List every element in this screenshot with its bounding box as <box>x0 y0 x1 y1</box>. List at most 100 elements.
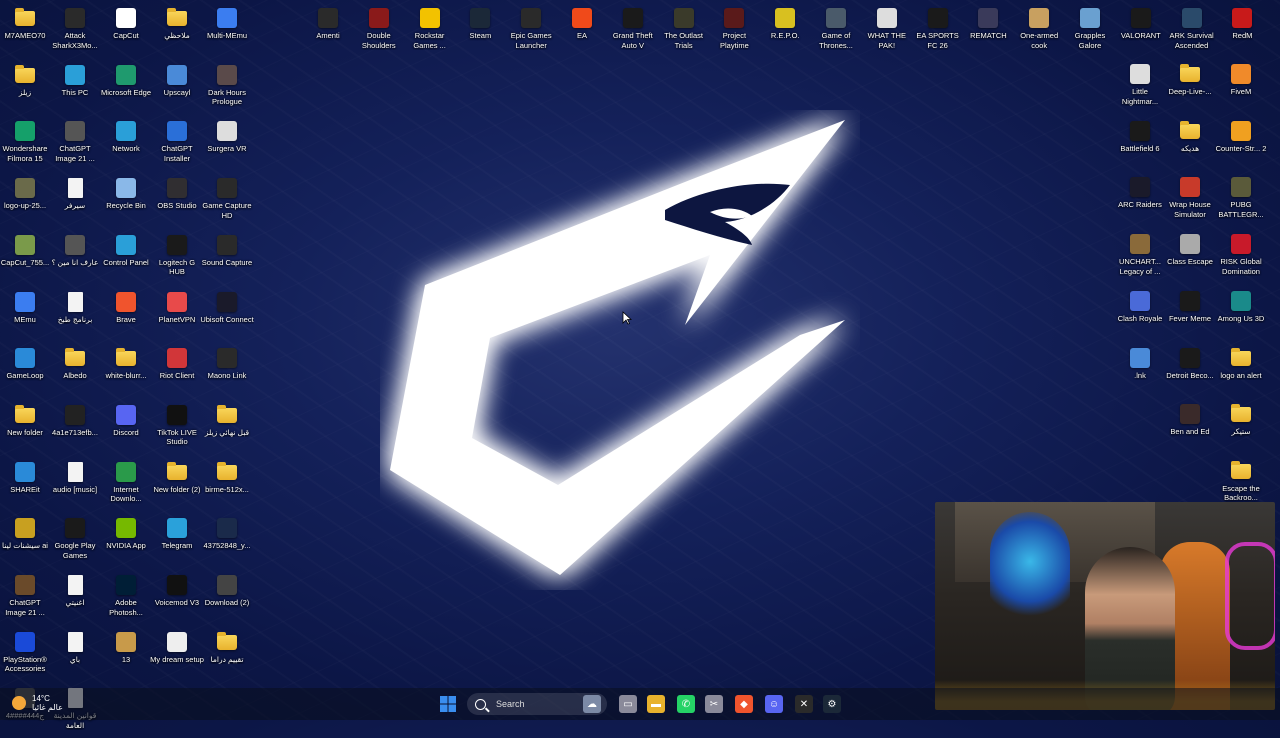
start-button[interactable] <box>439 695 457 713</box>
desktop-icon[interactable]: EA SPORTS FC 26 <box>913 2 963 58</box>
desktop-icon[interactable]: FiveM <box>1216 58 1266 114</box>
desktop-icon[interactable]: R.E.P.O. <box>760 2 810 58</box>
desktop-icon[interactable]: The Outlast Trials <box>659 2 709 58</box>
desktop-icon[interactable]: Multi-MEmu <box>202 2 252 58</box>
desktop-icon[interactable]: هديكه <box>1165 115 1215 171</box>
desktop-icon[interactable]: سيرفر <box>50 172 100 228</box>
desktop-icon[interactable]: برنامج طبخ <box>50 286 100 342</box>
desktop-icon[interactable]: Ubisoft Connect <box>200 286 254 342</box>
task-view-icon[interactable]: ▭ <box>619 695 637 713</box>
desktop-icon[interactable]: .lnk <box>1115 342 1165 398</box>
desktop-icon[interactable]: UNCHART... Legacy of ... <box>1115 228 1165 284</box>
desktop-icon[interactable]: ARK Survival Ascended <box>1167 2 1217 58</box>
desktop-icon[interactable]: 4a1e713efb... <box>50 399 100 455</box>
discord-icon[interactable]: ☺ <box>765 695 783 713</box>
desktop-icon[interactable]: تقييم دراما <box>202 626 252 682</box>
desktop-icon[interactable]: Recycle Bin <box>101 172 151 228</box>
desktop-icon[interactable]: TikTok LIVE Studio <box>152 399 202 455</box>
desktop-icon[interactable]: Little Nightmar... <box>1115 58 1165 114</box>
desktop-icon[interactable]: سيشنات لينا ai <box>0 512 50 568</box>
weather-widget[interactable]: 14°C عالم غائيا <box>12 694 63 712</box>
steam-icon[interactable]: ⚙ <box>823 695 841 713</box>
desktop-icon[interactable]: 13 <box>101 626 151 682</box>
desktop-icon[interactable]: Clash Royale <box>1115 285 1165 341</box>
desktop-icon[interactable]: باي <box>50 626 100 682</box>
desktop-icon[interactable]: Network <box>101 115 151 171</box>
desktop-icon[interactable]: Sound Capture <box>202 229 252 285</box>
desktop-icon[interactable]: SHAREit <box>0 456 50 512</box>
desktop-icon[interactable]: Download (2) <box>202 569 252 625</box>
desktop-icon[interactable]: زيلز <box>0 59 50 115</box>
desktop-icon[interactable]: Attack SharkX3Mo... <box>50 2 100 58</box>
desktop-icon[interactable]: Among Us 3D <box>1216 285 1266 341</box>
desktop-icon[interactable]: Maono Link <box>202 342 252 398</box>
desktop-icon[interactable]: logo-up-25... <box>0 172 50 228</box>
desktop-icon[interactable]: ARC Raiders <box>1115 171 1165 227</box>
desktop-icon[interactable]: This PC <box>50 59 100 115</box>
snipping-tool-icon[interactable]: ✂ <box>705 695 723 713</box>
desktop-icon[interactable]: اغنيتي <box>50 569 100 625</box>
desktop-icon[interactable]: ستيكر <box>1216 398 1266 454</box>
desktop-icon[interactable]: Upscayl <box>152 59 202 115</box>
desktop-icon[interactable]: ملاحظي <box>152 2 202 58</box>
desktop-icon[interactable]: ChatGPT Image 21 ... <box>50 115 100 171</box>
desktop-icon[interactable]: One-armed cook <box>1014 2 1064 58</box>
brave-icon[interactable]: ◆ <box>735 695 753 713</box>
desktop-icon[interactable]: Class Escape <box>1165 228 1215 284</box>
desktop-icon[interactable]: OBS Studio <box>152 172 202 228</box>
desktop-icon[interactable]: Deep-Live-... <box>1165 58 1215 114</box>
desktop-icon[interactable]: قبل نهائي زيلز <box>202 399 252 455</box>
desktop-icon[interactable]: Riot Client <box>152 342 202 398</box>
desktop-icon[interactable]: VALORANT <box>1116 2 1166 58</box>
desktop-icon[interactable]: birme-512x... <box>202 456 252 512</box>
desktop-icon[interactable]: RedM <box>1217 2 1267 58</box>
desktop-icon[interactable]: Steam <box>455 2 505 58</box>
desktop-icon[interactable]: ChatGPT Image 21 ... <box>0 569 50 625</box>
desktop-icon[interactable]: GameLoop <box>0 342 50 398</box>
desktop-icon[interactable]: EA <box>557 2 607 58</box>
desktop-icon[interactable]: Epic Games Launcher <box>506 2 556 58</box>
desktop-icon[interactable]: Game Capture HD <box>202 172 252 228</box>
desktop-icon[interactable]: Discord <box>101 399 151 455</box>
desktop-icon[interactable]: New folder <box>0 399 50 455</box>
desktop-icon[interactable]: M7AMEO70 <box>0 2 50 58</box>
desktop-icon[interactable]: Voicemod V3 <box>152 569 202 625</box>
desktop-icon[interactable]: Control Panel <box>101 229 151 285</box>
file-explorer-icon[interactable]: ▬ <box>647 695 665 713</box>
desktop-icon[interactable]: Telegram <box>152 512 202 568</box>
desktop-icon[interactable]: audio [music] <box>50 456 100 512</box>
desktop-icon[interactable]: PlayStation® Accessories <box>0 626 50 682</box>
desktop-icon[interactable]: Microsoft Edge <box>101 59 151 115</box>
desktop-icon[interactable]: REMATCH <box>963 2 1013 58</box>
desktop-icon[interactable]: Wrap House Simulator <box>1165 171 1215 227</box>
desktop-icon[interactable]: PUBG BATTLEGR... <box>1216 171 1266 227</box>
desktop-icon[interactable]: My dream setup <box>150 626 204 682</box>
desktop-icon[interactable]: Wondershare Filmora 15 <box>0 115 50 171</box>
desktop-icon[interactable]: Double Shoulders <box>354 2 404 58</box>
desktop-icon[interactable]: white-blurr... <box>101 342 151 398</box>
desktop-icon[interactable]: Fever Meme <box>1165 285 1215 341</box>
desktop-icon[interactable]: WHAT THE PAK! <box>862 2 912 58</box>
desktop-icon[interactable]: NVIDIA App <box>101 512 151 568</box>
desktop-icon[interactable]: Brave <box>101 286 151 342</box>
desktop-icon[interactable]: Counter-Str... 2 <box>1216 115 1266 171</box>
desktop-icon[interactable]: New folder (2) <box>152 456 202 512</box>
desktop-icon[interactable]: MEmu <box>0 286 50 342</box>
desktop-icon[interactable]: 43752848_y... <box>202 512 252 568</box>
desktop-icon[interactable]: Albedo <box>50 342 100 398</box>
desktop-icon[interactable]: CapCut <box>101 2 151 58</box>
desktop-icon[interactable]: Surgera VR <box>202 115 252 171</box>
desktop-icon[interactable]: عارف انا مين ؟ <box>50 229 100 285</box>
desktop-icon[interactable]: Adobe Photosh... <box>101 569 151 625</box>
whatsapp-icon[interactable]: ✆ <box>677 695 695 713</box>
capcut-icon[interactable]: ✕ <box>795 695 813 713</box>
taskbar-search[interactable]: Search <box>467 693 607 715</box>
desktop-icon[interactable]: Ben and Ed <box>1165 398 1215 454</box>
desktop-icon[interactable]: Game of Thrones... <box>811 2 861 58</box>
desktop-icon[interactable]: RISK Global Domination <box>1216 228 1266 284</box>
desktop-icon[interactable]: Battlefield 6 <box>1115 115 1165 171</box>
desktop-icon[interactable]: Detroit Beco... <box>1165 342 1215 398</box>
desktop-icon[interactable]: logo an alert <box>1216 342 1266 398</box>
desktop-icon[interactable]: Project Playtime <box>709 2 759 58</box>
desktop-icon[interactable]: Logitech G HUB <box>152 229 202 285</box>
